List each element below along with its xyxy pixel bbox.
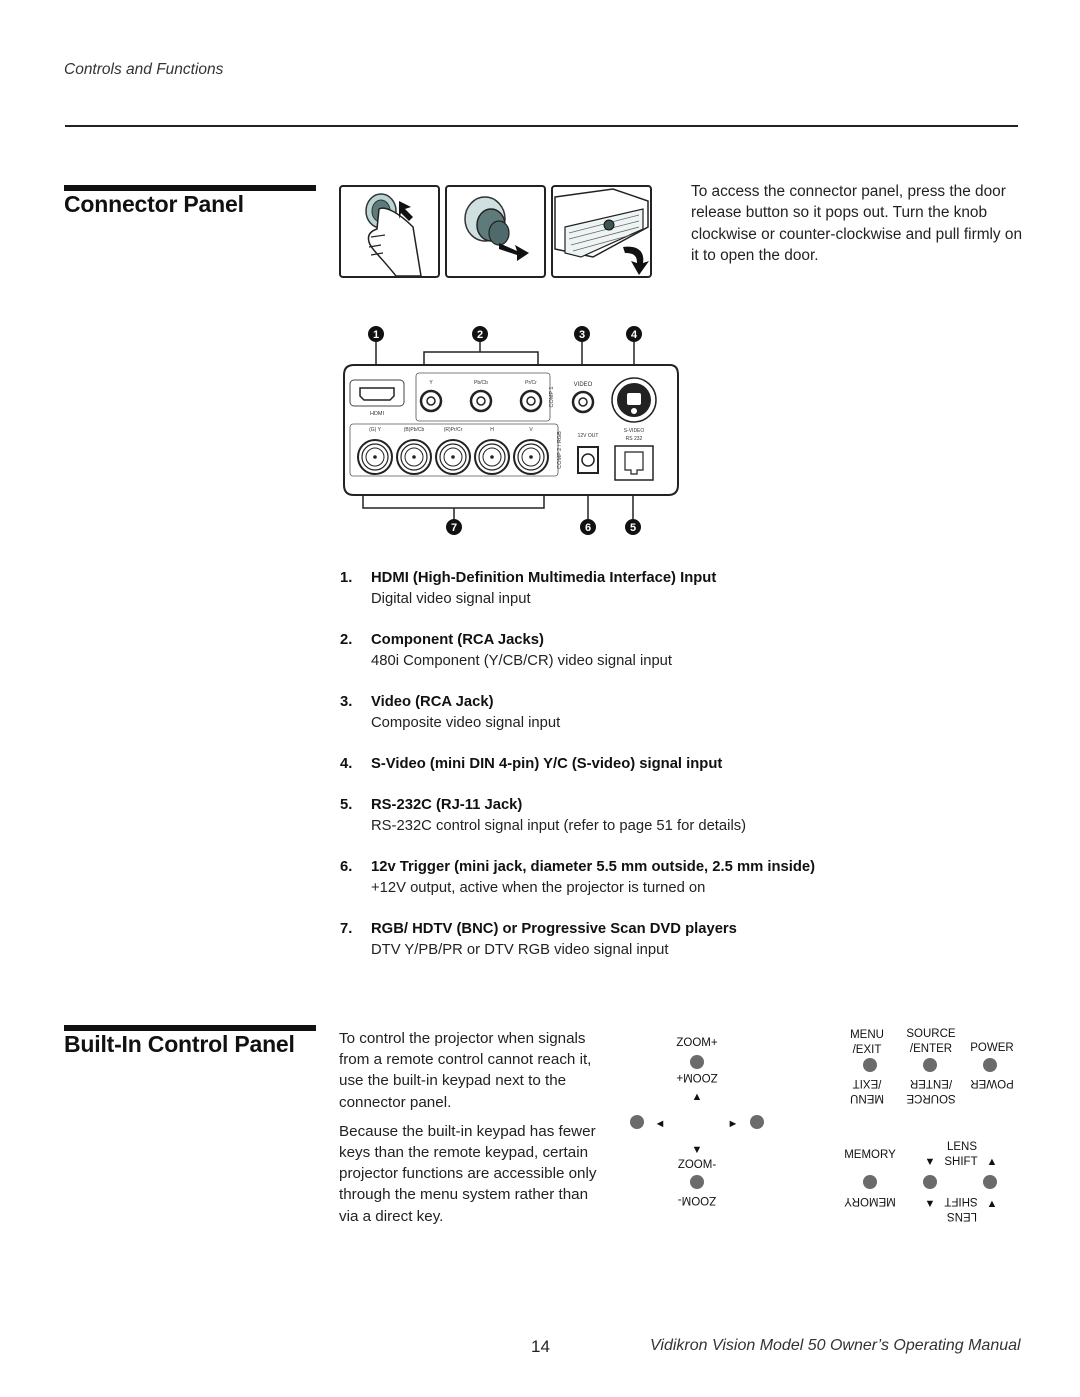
paragraph: Because the built-in keypad has fewer ke… bbox=[339, 1122, 597, 1225]
svg-text:LENS: LENS bbox=[947, 1210, 977, 1222]
svg-text:LENS: LENS bbox=[947, 1141, 977, 1153]
left-key bbox=[630, 1115, 644, 1129]
connector-item-5: 5. RS-232C (RJ-11 Jack) RS-232C control si… bbox=[340, 797, 747, 834]
right-key bbox=[750, 1115, 764, 1129]
memory-key bbox=[863, 1175, 877, 1189]
svg-text:3: 3 bbox=[579, 329, 585, 341]
svg-text:(G) Y: (G) Y bbox=[369, 427, 382, 433]
connector-item-1: 1. HDMI (High-Definition Multimedia Inter… bbox=[340, 570, 717, 607]
svg-text:(B)Pb/Cb: (B)Pb/Cb bbox=[404, 427, 425, 433]
bnc-connector bbox=[396, 439, 432, 475]
svg-text:/ENTER: /ENTER bbox=[910, 1077, 952, 1089]
svg-text:MENU: MENU bbox=[850, 1029, 884, 1041]
connector-list: 1. HDMI (High-Definition Multimedia Inter… bbox=[340, 568, 980, 981]
callout-5: 5 bbox=[625, 519, 641, 535]
paragraph: To control the projector when signals fr… bbox=[339, 1030, 592, 1111]
svg-text:/ENTER: /ENTER bbox=[910, 1043, 952, 1055]
svg-text:/EXIT: /EXIT bbox=[853, 1077, 882, 1089]
source-enter-key bbox=[923, 1058, 937, 1072]
svg-text:SHIFT: SHIFT bbox=[944, 1156, 977, 1168]
step-pull-knob-illustration bbox=[445, 185, 546, 278]
step-press-button-illustration bbox=[339, 185, 440, 278]
lens-shift-up-key bbox=[983, 1175, 997, 1189]
svg-text:5: 5 bbox=[630, 522, 636, 534]
svg-text:▲: ▲ bbox=[987, 1198, 998, 1210]
callout-3: 3 bbox=[574, 326, 590, 342]
video-jack: VIDEO bbox=[571, 382, 595, 414]
callout-6: 6 bbox=[580, 519, 596, 535]
svg-text:►: ► bbox=[728, 1118, 739, 1130]
connector-panel-intro: To access the connector panel, press the… bbox=[691, 183, 1023, 264]
svg-text:Pr/Cr: Pr/Cr bbox=[525, 380, 537, 386]
svg-text:SHIFT: SHIFT bbox=[944, 1195, 977, 1207]
svg-text:6: 6 bbox=[585, 522, 591, 534]
svg-text:MENU: MENU bbox=[850, 1092, 884, 1104]
svg-text:POWER: POWER bbox=[970, 1042, 1013, 1054]
svg-text:◄: ◄ bbox=[655, 1118, 666, 1130]
svg-text:(R)Pr/Cr: (R)Pr/Cr bbox=[444, 427, 463, 433]
svg-text:H: H bbox=[490, 427, 494, 433]
page-number: 14 bbox=[531, 1337, 550, 1356]
bnc-connector bbox=[513, 439, 549, 475]
svg-text:S-VIDEO: S-VIDEO bbox=[624, 428, 645, 434]
connector-item-7: 7. RGB/ HDTV (BNC) or Progressive Scan DV… bbox=[340, 921, 737, 958]
svg-text:ZOOM-: ZOOM- bbox=[678, 1159, 716, 1171]
callout-4: 4 bbox=[626, 326, 642, 342]
svg-text:SOURCE: SOURCE bbox=[906, 1092, 956, 1104]
connector-panel-title: Connector Panel bbox=[64, 191, 244, 217]
svg-text:SOURCE: SOURCE bbox=[906, 1028, 956, 1040]
power-key bbox=[983, 1058, 997, 1072]
svg-text:1: 1 bbox=[373, 329, 379, 341]
svg-text:MEMORY: MEMORY bbox=[844, 1195, 896, 1207]
svg-text:7: 7 bbox=[451, 522, 457, 534]
svg-text:▼: ▼ bbox=[925, 1198, 936, 1210]
svg-text:POWER: POWER bbox=[970, 1077, 1013, 1089]
bnc-connector bbox=[357, 439, 393, 475]
svg-text:/EXIT: /EXIT bbox=[853, 1044, 882, 1056]
svg-text:4: 4 bbox=[631, 329, 638, 341]
bnc-connector bbox=[435, 439, 471, 475]
connector-item-3: 3. Video (RCA Jack) Composite video signal… bbox=[340, 694, 561, 731]
svg-text:ZOOM-: ZOOM- bbox=[678, 1194, 716, 1206]
builtin-panel-description: To control the projector when signals fr… bbox=[339, 1028, 609, 1235]
connector-item-2: 2. Component (RCA Jacks) 480i Component (Y… bbox=[340, 632, 673, 669]
svg-text:2: 2 bbox=[477, 329, 483, 341]
lens-shift-down-key bbox=[923, 1175, 937, 1189]
step-open-door-illustration bbox=[551, 185, 652, 278]
svg-text:▲: ▲ bbox=[692, 1091, 703, 1103]
bnc-connector bbox=[474, 439, 510, 475]
connector-item-4: 4. S-Video (mini DIN 4-pin) Y/C (S-video)… bbox=[340, 756, 723, 772]
zoom-plus-key bbox=[690, 1055, 704, 1069]
callout-7: 7 bbox=[446, 519, 462, 535]
svg-text:COMP 2 / RGB: COMP 2 / RGB bbox=[557, 431, 563, 469]
svg-text:Pb/Cb: Pb/Cb bbox=[474, 380, 488, 386]
svg-text:VIDEO: VIDEO bbox=[574, 382, 593, 388]
callout-2: 2 bbox=[472, 326, 488, 342]
svg-text:RS 232: RS 232 bbox=[626, 436, 643, 442]
keypad-diagram: ZOOM+ ZOOM+ ▲ ◄ ► ▼ ZOOM- ZOOM- MENU /EX… bbox=[620, 1020, 1040, 1230]
svg-text:▼: ▼ bbox=[925, 1156, 936, 1168]
svg-text:ZOOM+: ZOOM+ bbox=[676, 1071, 717, 1083]
svg-text:HDMI: HDMI bbox=[370, 411, 385, 417]
section-header-label: Controls and Functions bbox=[64, 61, 224, 78]
svg-text:▲: ▲ bbox=[987, 1156, 998, 1168]
svg-text:▼: ▼ bbox=[692, 1144, 703, 1156]
builtin-panel-title: Built-In Control Panel bbox=[64, 1031, 295, 1057]
svg-text:COMP 1: COMP 1 bbox=[549, 387, 555, 408]
menu-exit-key bbox=[863, 1058, 877, 1072]
connector-panel-diagram: 1 2 3 4 7 6 5 HDMI COMP 1 Y Pb/Cb Pr/Cr … bbox=[340, 320, 680, 540]
callout-1: 1 bbox=[368, 326, 384, 342]
svg-text:MEMORY: MEMORY bbox=[844, 1149, 896, 1161]
header-divider bbox=[65, 125, 1018, 127]
zoom-minus-key bbox=[690, 1175, 704, 1189]
svg-text:ZOOM+: ZOOM+ bbox=[676, 1037, 717, 1049]
connector-item-6: 6. 12v Trigger (mini jack, diameter 5.5 m… bbox=[340, 859, 816, 896]
svg-text:12V OUT: 12V OUT bbox=[578, 433, 599, 439]
manual-title: Vidikron Vision Model 50 Owner’s Operati… bbox=[650, 1337, 1021, 1354]
